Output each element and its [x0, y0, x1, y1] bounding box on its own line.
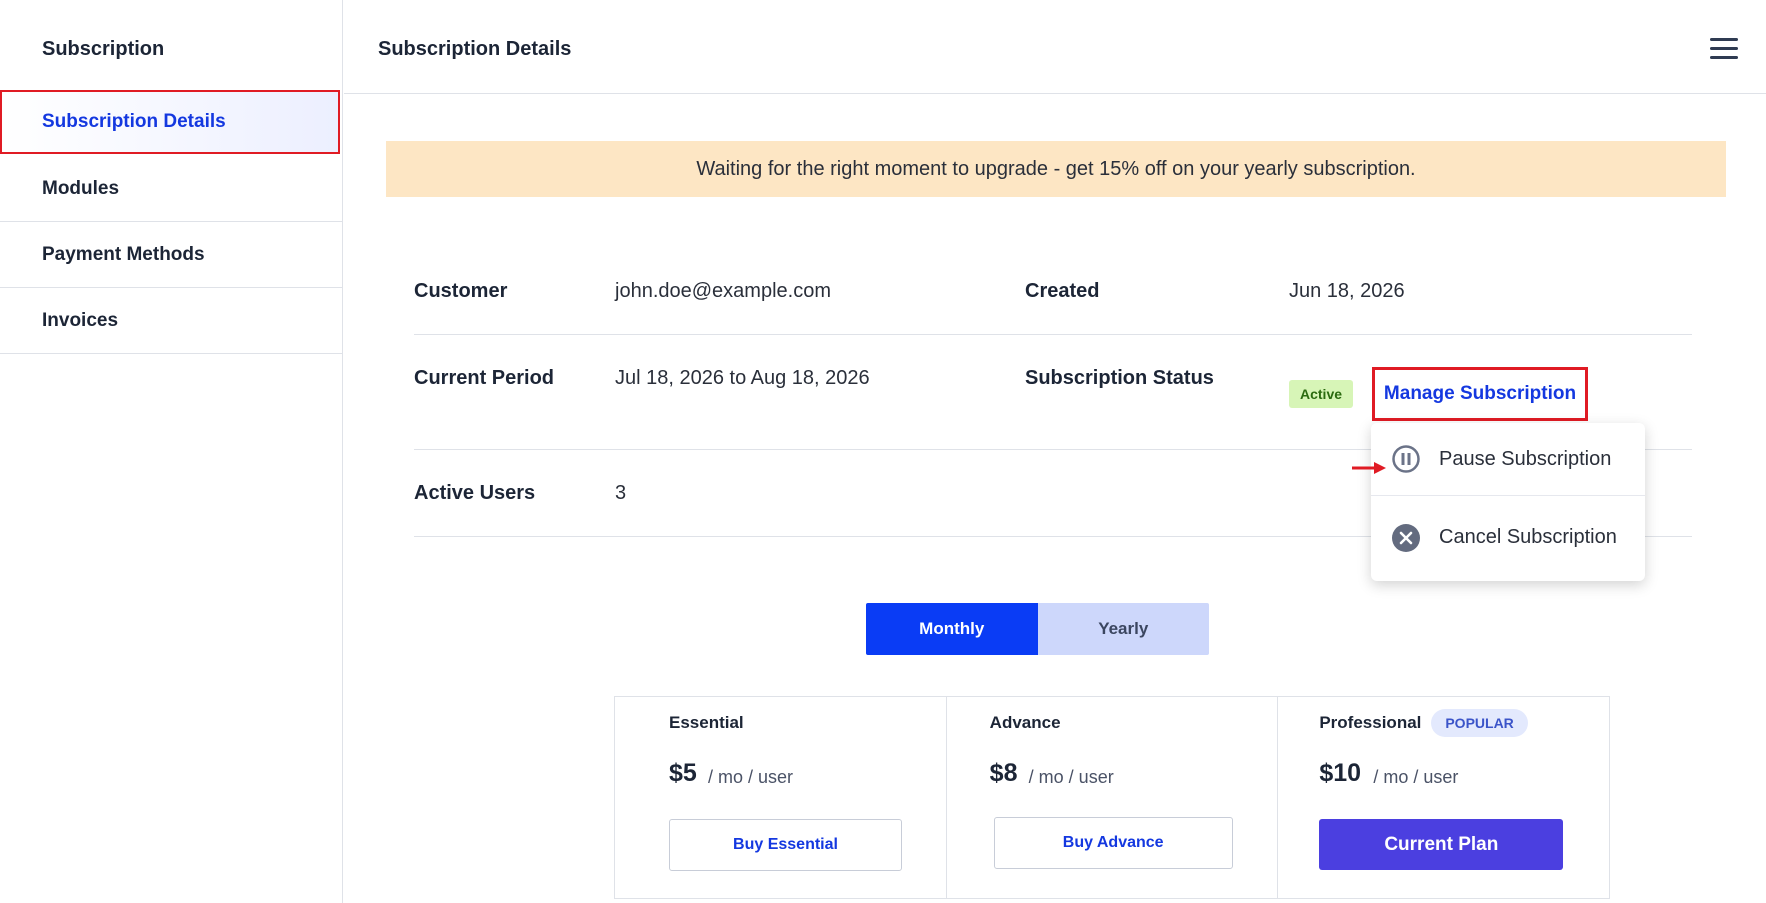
plan-name: Advance — [989, 713, 1061, 732]
status-badge: Active — [1289, 380, 1354, 408]
sidebar-item-subscription-details[interactable]: Subscription Details — [0, 90, 340, 154]
current-period-value: Jul 18, 2026 to Aug 18, 2026 — [615, 367, 870, 389]
billing-period-toggle: Monthly Yearly — [866, 603, 1209, 655]
sidebar-item-payment-methods[interactable]: Payment Methods — [0, 222, 342, 288]
manage-subscription-menu: Pause Subscription Cancel Subscription — [1371, 423, 1645, 581]
plan-card-essential: Essential $5 / mo / user Buy Essential — [615, 697, 947, 898]
close-circle-icon — [1391, 523, 1421, 553]
plan-price: $10 — [1319, 759, 1362, 787]
created-value: Jun 18, 2026 — [1289, 280, 1405, 302]
customer-value: john.doe@example.com — [615, 280, 831, 302]
sidebar-item-modules[interactable]: Modules — [0, 156, 342, 222]
manage-subscription-button[interactable]: Manage Subscription — [1372, 367, 1588, 421]
plan-price: $5 — [669, 759, 697, 787]
pause-icon — [1391, 444, 1421, 474]
plan-name: Professional — [1319, 713, 1422, 732]
monthly-toggle-button[interactable]: Monthly — [866, 603, 1038, 655]
pricing-plans: Essential $5 / mo / user Buy Essential A… — [614, 696, 1610, 899]
page-header: Subscription Details — [344, 0, 1766, 94]
plan-card-professional: Professional POPULAR $10 / mo / user Cur… — [1278, 697, 1609, 898]
plan-name: Essential — [669, 713, 744, 732]
buy-advance-button[interactable]: Buy Advance — [993, 817, 1233, 869]
pause-subscription-label: Pause Subscription — [1439, 447, 1612, 470]
created-label: Created — [1025, 280, 1100, 302]
subscription-status-label: Subscription Status — [1025, 367, 1214, 389]
page-title: Subscription Details — [378, 38, 572, 60]
customer-label: Customer — [414, 280, 508, 302]
promo-banner: Waiting for the right moment to upgrade … — [386, 141, 1726, 197]
active-users-value: 3 — [615, 482, 627, 504]
current-plan-button[interactable]: Current Plan — [1319, 819, 1564, 870]
plan-card-advance: Advance $8 / mo / user Buy Advance — [947, 697, 1279, 898]
sidebar-nav: Subscription Details Modules Payment Met… — [0, 90, 342, 354]
current-period-label: Current Period — [414, 367, 555, 389]
cancel-subscription-item[interactable]: Cancel Subscription — [1371, 495, 1645, 579]
details-row: Customer john.doe@example.com Created Ju… — [414, 250, 1692, 335]
hamburger-menu-icon[interactable] — [1710, 38, 1738, 60]
active-users-label: Active Users — [414, 482, 536, 504]
sidebar-item-invoices[interactable]: Invoices — [0, 288, 342, 354]
plan-price-unit: / mo / user — [708, 767, 794, 787]
red-arrow-icon — [1352, 462, 1386, 474]
pause-subscription-item[interactable]: Pause Subscription — [1371, 423, 1645, 495]
buy-essential-button[interactable]: Buy Essential — [669, 819, 902, 871]
yearly-toggle-button[interactable]: Yearly — [1037, 603, 1209, 655]
cancel-subscription-label: Cancel Subscription — [1439, 526, 1617, 548]
plan-price: $8 — [989, 759, 1018, 787]
plan-price-unit: / mo / user — [1373, 767, 1459, 787]
popular-badge: POPULAR — [1431, 709, 1528, 737]
sidebar-title: Subscription — [42, 38, 165, 60]
sidebar: Subscription Subscription Details Module… — [0, 0, 343, 903]
plan-price-unit: / mo / user — [1028, 767, 1114, 787]
